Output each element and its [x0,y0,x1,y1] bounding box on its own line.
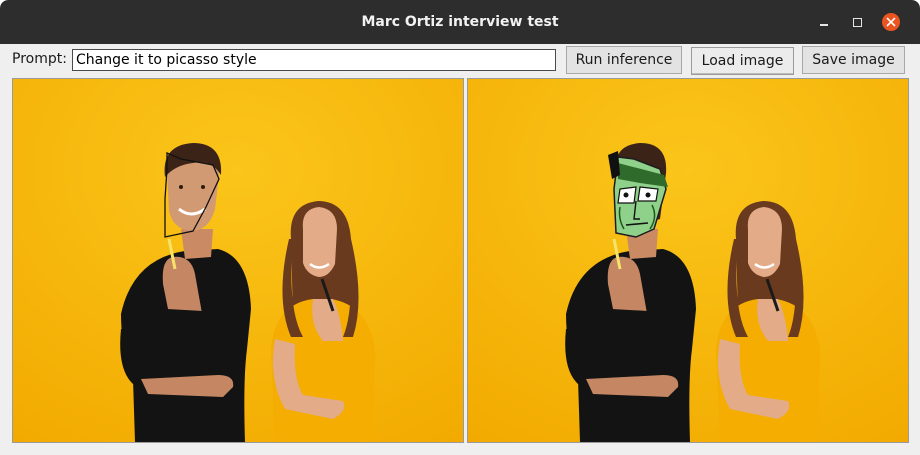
save-image-button[interactable]: Save image [802,46,905,74]
output-photo [468,79,908,442]
toolbar: Prompt: Run inference Load image Save im… [0,44,920,76]
run-inference-button[interactable]: Run inference [566,46,682,74]
input-photo [13,79,463,442]
minimize-button[interactable] [815,13,833,31]
prompt-label: Prompt: [12,51,67,67]
window-title: Marc Ortiz interview test [361,14,559,30]
app-window: Marc Ortiz interview test Prompt: Run in… [0,0,920,455]
close-button[interactable] [882,13,900,31]
output-image-panel[interactable] [467,78,909,443]
maximize-button[interactable] [848,13,866,31]
title-bar[interactable]: Marc Ortiz interview test [0,0,920,44]
prompt-input[interactable] [72,49,556,71]
minimize-icon [820,24,828,26]
input-image-panel[interactable] [12,78,464,443]
close-icon [886,17,896,27]
load-image-button[interactable]: Load image [691,47,794,75]
maximize-icon [852,17,862,27]
